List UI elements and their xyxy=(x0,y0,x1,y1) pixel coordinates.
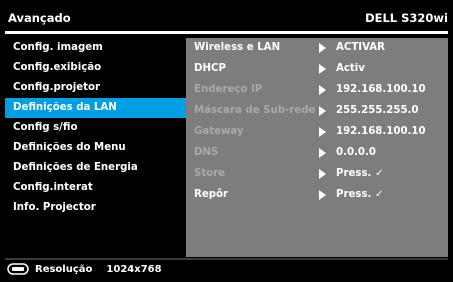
menu-item-config-projetor[interactable]: Config.projetor xyxy=(5,78,186,98)
menu-item-definicoes-menu[interactable]: Definições do Menu xyxy=(5,138,186,158)
setting-value: Press. ✓ xyxy=(336,189,384,200)
arrow-right-icon xyxy=(319,64,326,74)
osd-header: Avançado DELL S320wi xyxy=(5,8,448,32)
arrow-right-icon xyxy=(319,106,326,116)
setting-label: Máscara de Sub-rede xyxy=(194,105,316,116)
menu-item-label: Config.projetor xyxy=(13,82,101,93)
arrow-right-icon xyxy=(319,127,326,137)
setting-row-store[interactable]: Store Press. ✓ xyxy=(186,164,448,184)
setting-value: 192.168.100.10 xyxy=(336,126,426,137)
resolution-label: Resolução xyxy=(35,264,93,275)
menu-item-label: Definições do Menu xyxy=(13,142,126,153)
setting-value: 192.168.100.10 xyxy=(336,84,426,95)
lan-settings-panel: Wireless e LAN ACTIVAR DHCP Activ Endere… xyxy=(186,38,448,257)
arrow-right-icon xyxy=(319,190,326,200)
setting-label: Endereço IP xyxy=(194,84,263,95)
footer-divider xyxy=(5,258,448,260)
setting-row-dns[interactable]: DNS 0.0.0.0 xyxy=(186,143,448,163)
menu-title: Avançado xyxy=(8,11,71,25)
menu-item-label: Definições de Energia xyxy=(13,162,138,173)
menu-item-info-projector[interactable]: Info. Projector xyxy=(5,198,186,218)
setting-value: Activ xyxy=(336,63,365,74)
input-source-icon xyxy=(7,263,29,275)
setting-row-gateway[interactable]: Gateway 192.168.100.10 xyxy=(186,122,448,142)
menu-item-config-sfio[interactable]: Config s/fio xyxy=(5,118,186,138)
arrow-right-icon xyxy=(319,169,326,179)
arrow-right-icon xyxy=(319,85,326,95)
setting-row-reset[interactable]: Repôr Press. ✓ xyxy=(186,185,448,205)
setting-value: ACTIVAR xyxy=(336,42,386,53)
setting-value: 0.0.0.0 xyxy=(336,147,376,158)
arrow-right-icon xyxy=(319,43,326,53)
setting-label: DNS xyxy=(194,147,219,158)
menu-item-definicoes-lan[interactable]: Definições da LAN xyxy=(5,98,186,118)
setting-label: DHCP xyxy=(194,63,226,74)
menu-item-label: Info. Projector xyxy=(13,202,96,213)
menu-item-label: Config.interat xyxy=(13,182,93,193)
resolution-value: 1024x768 xyxy=(106,264,162,275)
setting-value: 255.255.255.0 xyxy=(336,105,419,116)
setting-label: Gateway xyxy=(194,126,244,137)
menu-item-label: Config.exibição xyxy=(13,62,102,73)
status-bar: Resolução 1024x768 xyxy=(7,263,162,277)
main-menu: Config. imagem Config.exibição Config.pr… xyxy=(5,38,186,218)
menu-item-definicoes-energia[interactable]: Definições de Energia xyxy=(5,158,186,178)
setting-row-ip-address[interactable]: Endereço IP 192.168.100.10 xyxy=(186,80,448,100)
menu-item-config-imagem[interactable]: Config. imagem xyxy=(5,38,186,58)
setting-label: Store xyxy=(194,168,226,179)
setting-label: Wireless e LAN xyxy=(194,42,281,53)
header-divider xyxy=(5,31,448,34)
setting-label: Repôr xyxy=(194,189,229,200)
menu-item-config-interat[interactable]: Config.interat xyxy=(5,178,186,198)
setting-row-wireless-lan[interactable]: Wireless e LAN ACTIVAR xyxy=(186,38,448,58)
arrow-right-icon xyxy=(319,148,326,158)
setting-value: Press. ✓ xyxy=(336,168,384,179)
projector-model: DELL S320wi xyxy=(365,11,448,25)
setting-row-dhcp[interactable]: DHCP Activ xyxy=(186,59,448,79)
menu-item-config-exibicao[interactable]: Config.exibição xyxy=(5,58,186,78)
menu-item-label: Config. imagem xyxy=(13,42,103,53)
setting-row-subnet-mask[interactable]: Máscara de Sub-rede 255.255.255.0 xyxy=(186,101,448,121)
menu-item-label: Definições da LAN xyxy=(13,102,117,113)
menu-item-label: Config s/fio xyxy=(13,122,78,133)
osd-window: Avançado DELL S320wi Config. imagem Conf… xyxy=(0,0,453,282)
